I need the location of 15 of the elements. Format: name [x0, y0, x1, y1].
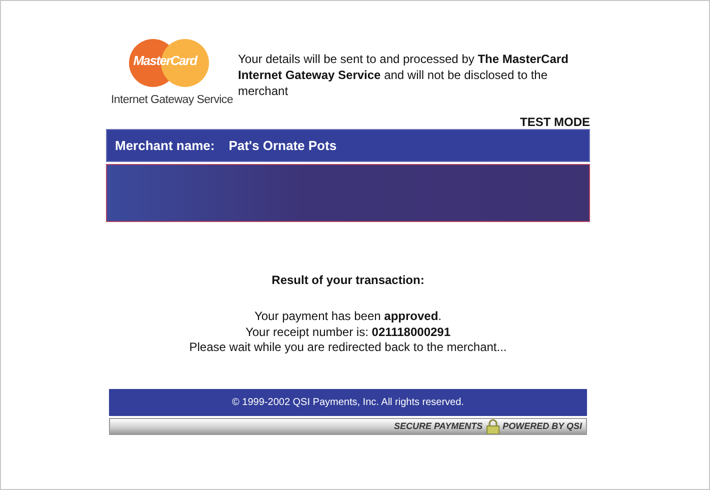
merchant-name: Pat's Ornate Pots: [228, 138, 337, 153]
result-line: Your payment has been approved.: [253, 309, 442, 324]
secure-payments-label: SECURE PAYMENTS: [394, 421, 483, 431]
powered-by-label: POWERED BY QSI: [502, 421, 582, 431]
logo-wordmark: MasterCard: [132, 53, 199, 68]
result-line: Your receipt number is: 021118000291: [244, 324, 452, 340]
privacy-notice: Your details will be sent to and processed by The MasterCard Internet Gateway Service and will not be disclosed to the merchant: [238, 51, 570, 99]
copyright-text: © 1999-2002 QSI Payments, Inc. All rights reserved.: [232, 396, 464, 408]
merchant-label: Merchant name:: [115, 138, 215, 153]
test-mode-label: TEST MODE: [518, 115, 590, 129]
card-logo-icon: [128, 38, 210, 88]
result-line: Please wait while you are redirected back to the merchant...: [188, 340, 508, 356]
result-heading: Result of your transaction:: [270, 273, 426, 287]
logo-caption: Internet Gateway Service: [111, 94, 233, 106]
padlock-icon: [486, 418, 500, 434]
